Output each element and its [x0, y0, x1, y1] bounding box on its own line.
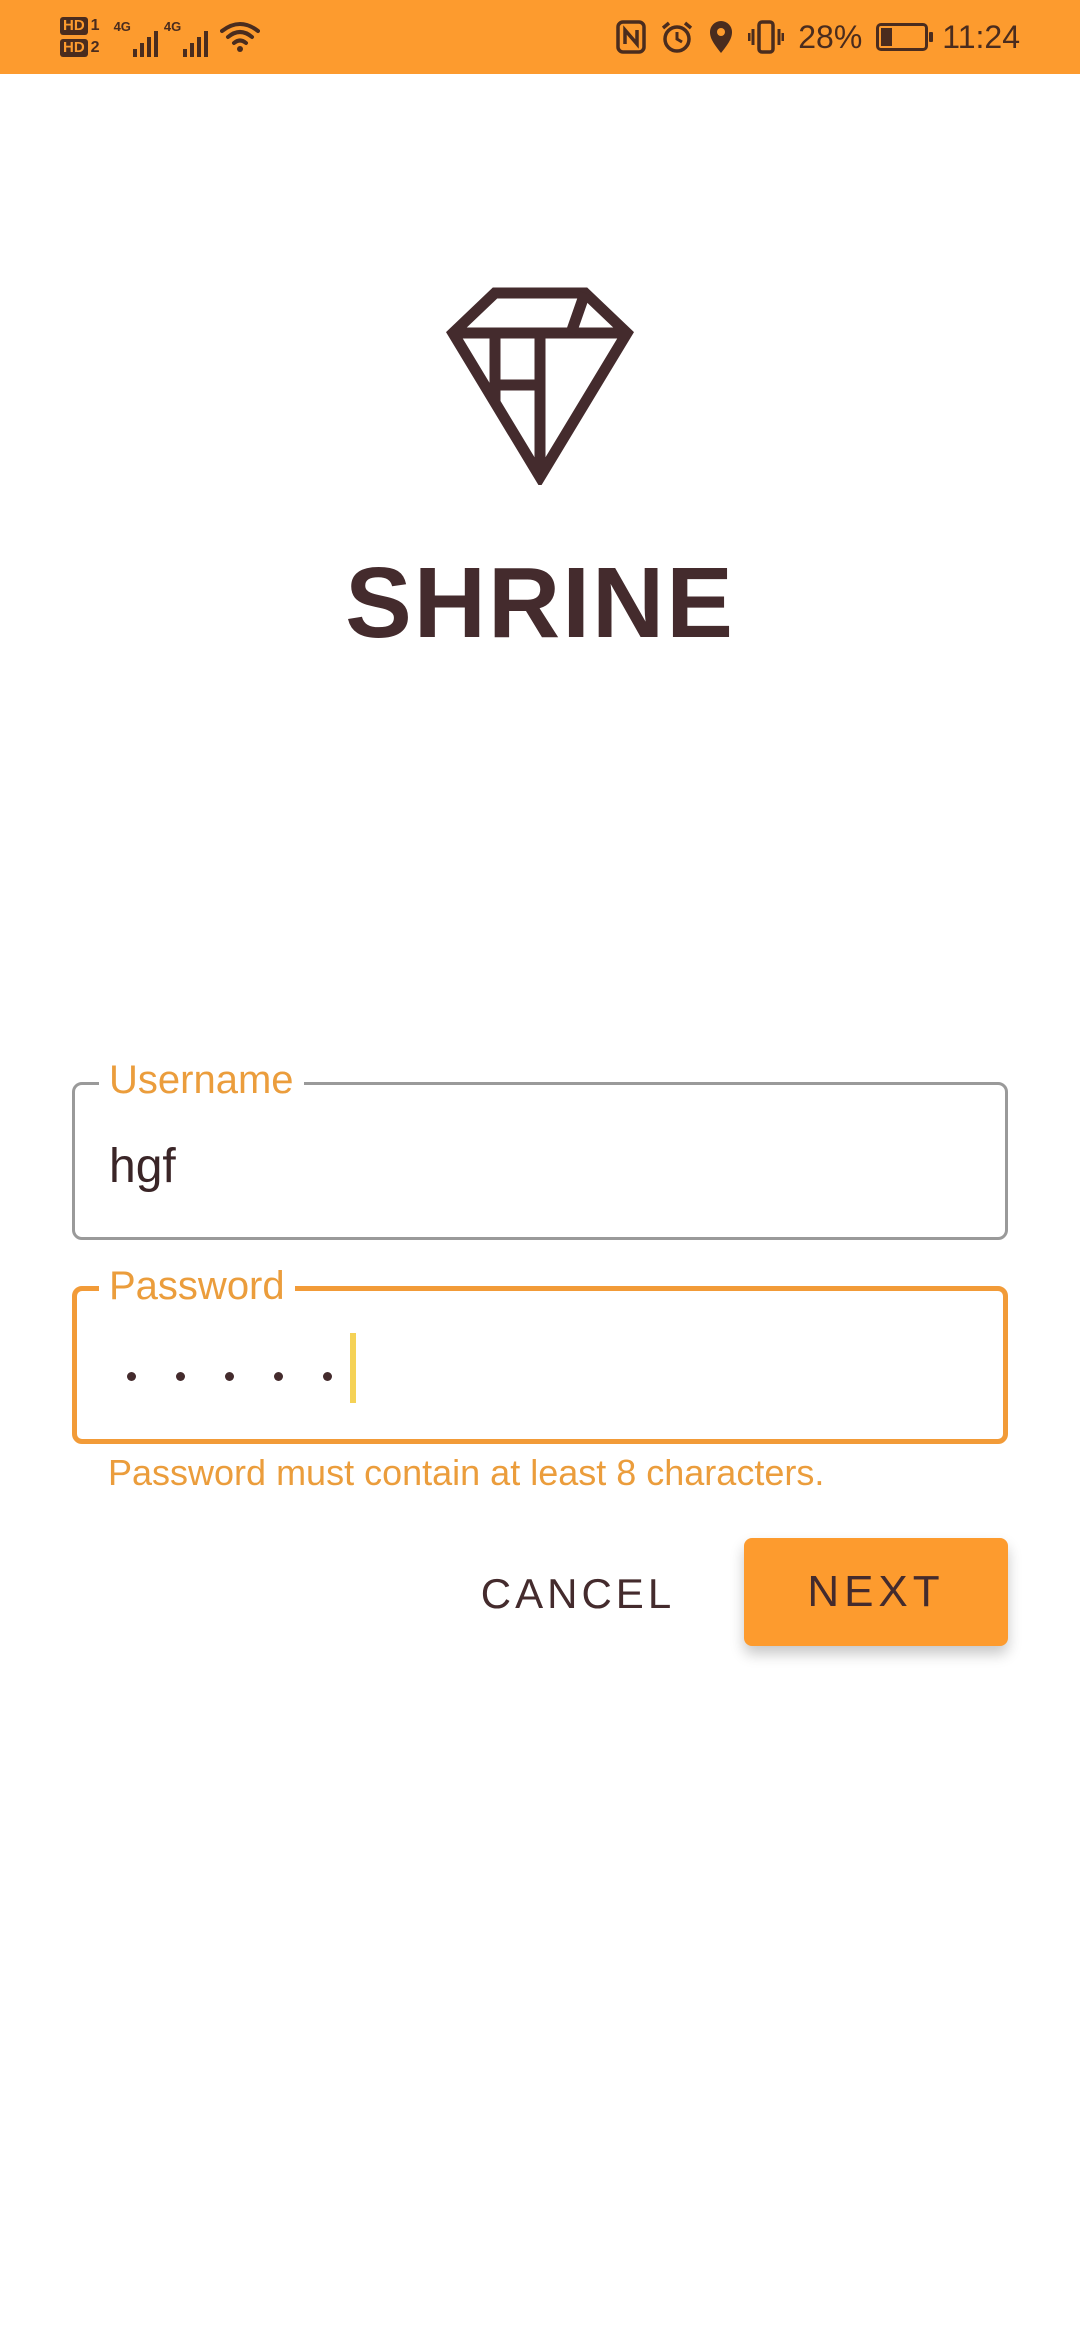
login-screen: HD 1 HD 2 4G 4G 28% 11:24 SHRINE Usernam… [0, 0, 1080, 2340]
username-field[interactable]: Username hgf [72, 1055, 1008, 1240]
hd-badge: HD [60, 17, 88, 35]
password-field[interactable]: Password [72, 1261, 1008, 1444]
signal-icon: 4G [163, 17, 209, 57]
diamond-logo-icon [446, 287, 634, 485]
password-label: Password [99, 1261, 295, 1311]
app-title: SHRINE [345, 547, 735, 659]
username-value: hgf [109, 1140, 176, 1193]
signal-bars [183, 29, 209, 57]
wifi-icon [220, 21, 261, 53]
sim1-indicator: HD 1 [60, 17, 100, 35]
next-button[interactable]: NEXT [744, 1538, 1008, 1646]
password-dot [225, 1371, 234, 1381]
password-dot [127, 1371, 136, 1381]
password-dot [176, 1371, 185, 1381]
sim-number: 2 [90, 39, 100, 56]
password-dot [274, 1371, 283, 1381]
username-label: Username [99, 1055, 304, 1105]
password-mask [127, 1361, 332, 1391]
status-bar-left: HD 1 HD 2 4G 4G [60, 8, 261, 66]
password-helper-text: Password must contain at least 8 charact… [108, 1452, 825, 1493]
battery-percent: 28% [798, 19, 863, 55]
sim-indicators: HD 1 HD 2 [60, 17, 100, 57]
hd-badge: HD [60, 39, 88, 57]
alarm-icon [660, 20, 694, 54]
clock: 11:24 [942, 19, 1020, 55]
vibrate-icon [748, 20, 785, 54]
battery-charging-icon [876, 23, 934, 51]
sim2-indicator: HD 2 [60, 39, 100, 57]
signal-icon: 4G [114, 17, 158, 57]
network-type: 4G [163, 19, 182, 34]
status-bar-right: 28% 11:24 [616, 8, 1020, 66]
network-type: 4G [113, 19, 131, 34]
text-cursor [350, 1333, 356, 1403]
password-dot [323, 1371, 332, 1381]
sim-number: 1 [90, 17, 100, 34]
cancel-button[interactable]: CANCEL [460, 1548, 696, 1640]
nfc-icon [616, 20, 646, 54]
signal-bars [132, 29, 158, 57]
location-icon [708, 20, 734, 54]
status-bar: HD 1 HD 2 4G 4G 28% 11:24 [0, 0, 1080, 74]
